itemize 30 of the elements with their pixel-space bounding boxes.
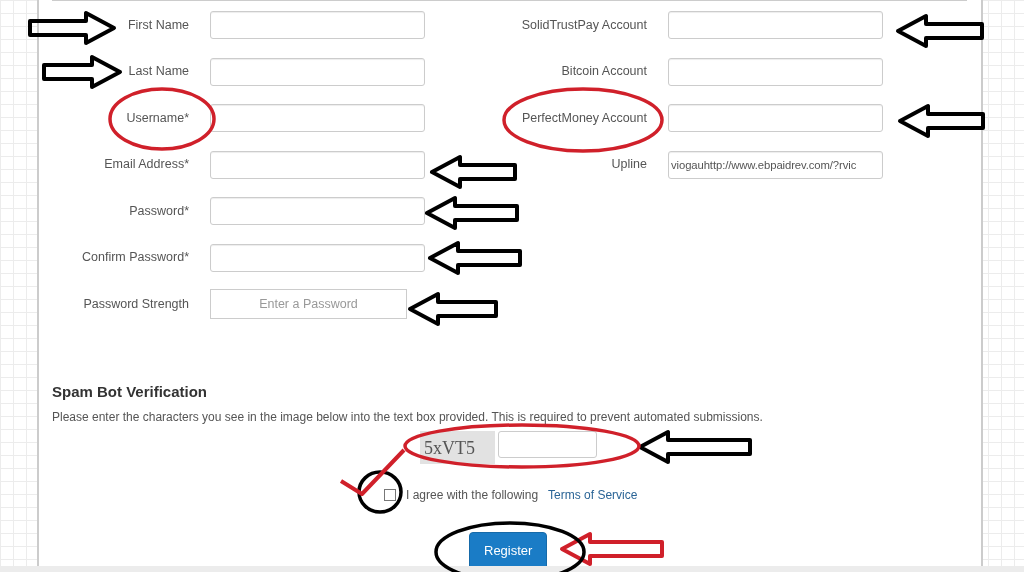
input-field[interactable] [210,150,425,179]
field-label: Email Address* [104,156,189,174]
field-label: Confirm Password* [82,249,189,267]
section-heading: Spam Bot Verification [52,381,209,402]
input-field[interactable] [668,104,883,133]
agree-text: I agree with the following [406,487,539,504]
input-field[interactable]: viogauhttp://www.ebpaidrev.com/?rvic [668,150,883,179]
field-label: Last Name [128,63,189,81]
input-field[interactable] [210,57,425,86]
field-label: Bitcoin Account [561,63,647,81]
field-label: Password* [129,202,189,220]
instruction-text: Please enter the characters you see in the image below into the text box provided. This is required to prevent automated submissions. [52,409,764,426]
input-field[interactable] [668,11,883,40]
field-label: PerfectMoney Account [521,109,647,127]
field-label: Upline [611,156,647,174]
captcha-field[interactable] [498,431,597,458]
field-label: Password Strength [83,295,189,313]
field-label: Username* [126,109,189,127]
input-field[interactable] [210,243,425,272]
strength-meter: Enter a Password [210,289,407,320]
input-field[interactable] [210,104,425,133]
checkbox[interactable] [384,489,396,501]
check-annotation [339,448,406,496]
field-label: SolidTrustPay Account [521,16,647,34]
input-field[interactable] [210,11,425,40]
field-label: First Name [127,16,189,34]
captcha-image: 5xVT5 [420,431,495,464]
terms-link[interactable]: Terms of Service [548,486,638,504]
input-field[interactable] [210,197,425,226]
input-field[interactable] [668,57,883,86]
